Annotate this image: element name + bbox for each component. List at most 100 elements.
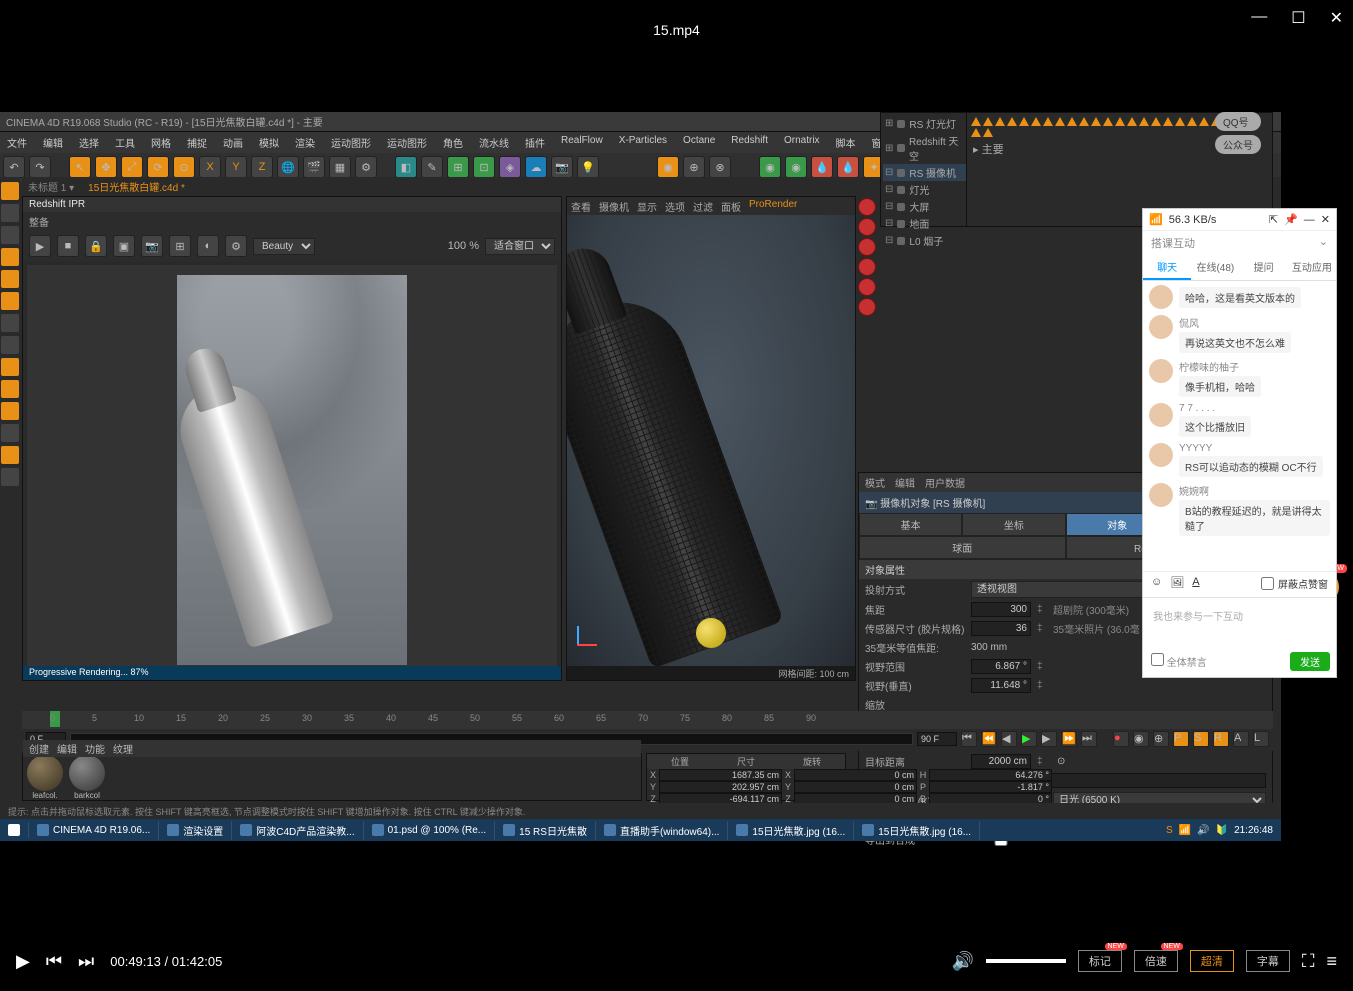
tl-keyscale-icon[interactable]: S	[1193, 731, 1209, 747]
model-mode-icon[interactable]	[1, 182, 19, 200]
deformer-icon[interactable]: ◈	[499, 156, 521, 178]
menu-item[interactable]: 编辑	[40, 134, 66, 151]
fullscreen-icon[interactable]: ⛶	[1302, 951, 1315, 972]
take-marker-icon[interactable]	[983, 128, 993, 137]
take-marker-icon[interactable]	[1055, 117, 1065, 126]
octane-icon[interactable]: ◉	[657, 156, 679, 178]
mute-all-checkbox[interactable]	[1151, 653, 1164, 666]
fovv-input[interactable]	[971, 678, 1031, 693]
take-marker-icon[interactable]	[971, 128, 981, 137]
rs-sky-icon[interactable]	[858, 218, 876, 236]
menu-item[interactable]: Redshift	[728, 134, 771, 151]
rot-p-input[interactable]	[929, 781, 1052, 793]
light-icon[interactable]: 💡	[577, 156, 599, 178]
rf2-icon[interactable]: 💧	[837, 156, 859, 178]
tl-keypla-icon[interactable]: L	[1253, 731, 1269, 747]
enable-axis-icon[interactable]	[1, 314, 19, 332]
mat-menu-item[interactable]: 纹理	[113, 741, 133, 756]
vp-menu-item[interactable]: 面板	[721, 199, 741, 214]
take-marker-icon[interactable]	[1031, 117, 1041, 126]
misc-tool-icon[interactable]	[1, 468, 19, 486]
take-marker-icon[interactable]	[1175, 117, 1185, 126]
size-y-input[interactable]	[794, 781, 917, 793]
rs-light-icon[interactable]	[858, 198, 876, 216]
quality-button[interactable]: 超清	[1190, 950, 1234, 972]
object-row[interactable]: ⊟大屏	[883, 198, 967, 215]
menu-item[interactable]: 角色	[440, 134, 466, 151]
fovh-input[interactable]	[971, 659, 1031, 674]
take-marker-icon[interactable]	[1079, 117, 1089, 126]
vp-menu-item[interactable]: 查看	[571, 199, 591, 214]
tl-keyopt-icon[interactable]: ⊕	[1153, 731, 1169, 747]
rs-volume-icon[interactable]	[858, 278, 876, 296]
take-marker-icon[interactable]	[1043, 117, 1053, 126]
chat-input-area[interactable]: 我也来参与一下互动 全体禁言 发送	[1143, 597, 1336, 677]
timeline-ruler[interactable]: 051015202530354045505560657075808590	[22, 711, 1273, 729]
material-preview[interactable]	[27, 755, 63, 791]
take-marker-icon[interactable]	[1115, 117, 1125, 126]
window-maximize[interactable]: ☐	[1291, 8, 1305, 28]
take-marker-icon[interactable]	[1091, 117, 1101, 126]
tray-vol-icon[interactable]: 🔊	[1197, 825, 1209, 836]
plugin2-icon[interactable]: ⊗	[709, 156, 731, 178]
window-minimize[interactable]: —	[1251, 8, 1267, 28]
xp-icon[interactable]: ◉	[759, 156, 781, 178]
next-button[interactable]: ⏭	[78, 951, 94, 972]
take-marker-icon[interactable]	[971, 117, 981, 126]
qq-number-badge[interactable]: QQ号	[1215, 112, 1261, 131]
object-row[interactable]: ⊟灯光	[883, 181, 967, 198]
send-button[interactable]: 发送	[1290, 652, 1330, 671]
menu-item[interactable]: 插件	[522, 134, 548, 151]
endframe-input[interactable]	[917, 732, 957, 746]
menu-item[interactable]: 运动图形	[328, 134, 374, 151]
mat-menu-item[interactable]: 功能	[85, 741, 105, 756]
chat-tab[interactable]: 聊天	[1143, 255, 1191, 280]
attr-menu-item[interactable]: 编辑	[895, 475, 915, 490]
focal-input[interactable]	[971, 602, 1031, 617]
screenshot-follow-checkbox[interactable]	[1261, 576, 1274, 591]
tweak-icon[interactable]	[1, 446, 19, 464]
taskbar-item[interactable]: 阿波C4D产品渲染教...	[232, 821, 363, 840]
menu-item[interactable]: 渲染	[292, 134, 318, 151]
take-marker-icon[interactable]	[1151, 117, 1161, 126]
attr-tab[interactable]: 坐标	[962, 513, 1065, 536]
menu-item[interactable]: Ornatrix	[781, 134, 823, 151]
taskbar-item[interactable]: 15 RS日光焦散	[495, 821, 596, 840]
take-marker-icon[interactable]	[1163, 117, 1173, 126]
chat-tab[interactable]: 互动应用	[1288, 255, 1336, 280]
snap2-icon[interactable]	[1, 380, 19, 398]
tl-gostart-icon[interactable]: ⏮	[961, 731, 977, 747]
generator-icon[interactable]: ⊡	[473, 156, 495, 178]
render-region-icon[interactable]: ▦	[329, 156, 351, 178]
pos-x-input[interactable]	[659, 769, 782, 781]
pen-icon[interactable]: ✎	[421, 156, 443, 178]
emoji-icon[interactable]: ☺	[1151, 576, 1162, 591]
attr-tab[interactable]: 基本	[859, 513, 962, 536]
poly-mode-icon[interactable]	[1, 292, 19, 310]
world-icon[interactable]: 🌐	[277, 156, 299, 178]
attr-menu-item[interactable]: 用户数据	[925, 475, 965, 490]
move-icon[interactable]: ✥	[95, 156, 117, 178]
taskbar-item[interactable]: 15日光焦散.jpg (16...	[854, 821, 980, 840]
rf-icon[interactable]: 💧	[811, 156, 833, 178]
ipr-pass-select[interactable]: Beauty	[253, 238, 315, 255]
mat-menu-item[interactable]: 编辑	[57, 741, 77, 756]
taskbar-item[interactable]: 15日光焦散.jpg (16...	[728, 821, 854, 840]
soft-select-icon[interactable]	[1, 424, 19, 442]
menu-item[interactable]: 动画	[220, 134, 246, 151]
wechat-badge[interactable]: 公众号	[1215, 135, 1261, 154]
ipr-lock-icon[interactable]: 🔒	[85, 235, 107, 257]
nurbs-icon[interactable]: ⊞	[447, 156, 469, 178]
play-button[interactable]: ▶	[16, 951, 30, 972]
object-row[interactable]: ⊟RS 摄像机	[883, 164, 967, 181]
tray-shield-icon[interactable]: 🔰	[1216, 825, 1228, 836]
texture-mode-icon[interactable]	[1, 204, 19, 222]
undo-icon[interactable]: ↶	[3, 156, 25, 178]
cube-icon[interactable]: ◧	[395, 156, 417, 178]
settings-icon[interactable]: ≡	[1326, 951, 1337, 972]
rs-proxy-icon[interactable]	[858, 258, 876, 276]
axis-x-icon[interactable]: X	[199, 156, 221, 178]
ipr-stop-icon[interactable]: ■	[57, 235, 79, 257]
point-mode-icon[interactable]	[1, 248, 19, 266]
chat-tab[interactable]: 在线(48)	[1191, 255, 1239, 280]
